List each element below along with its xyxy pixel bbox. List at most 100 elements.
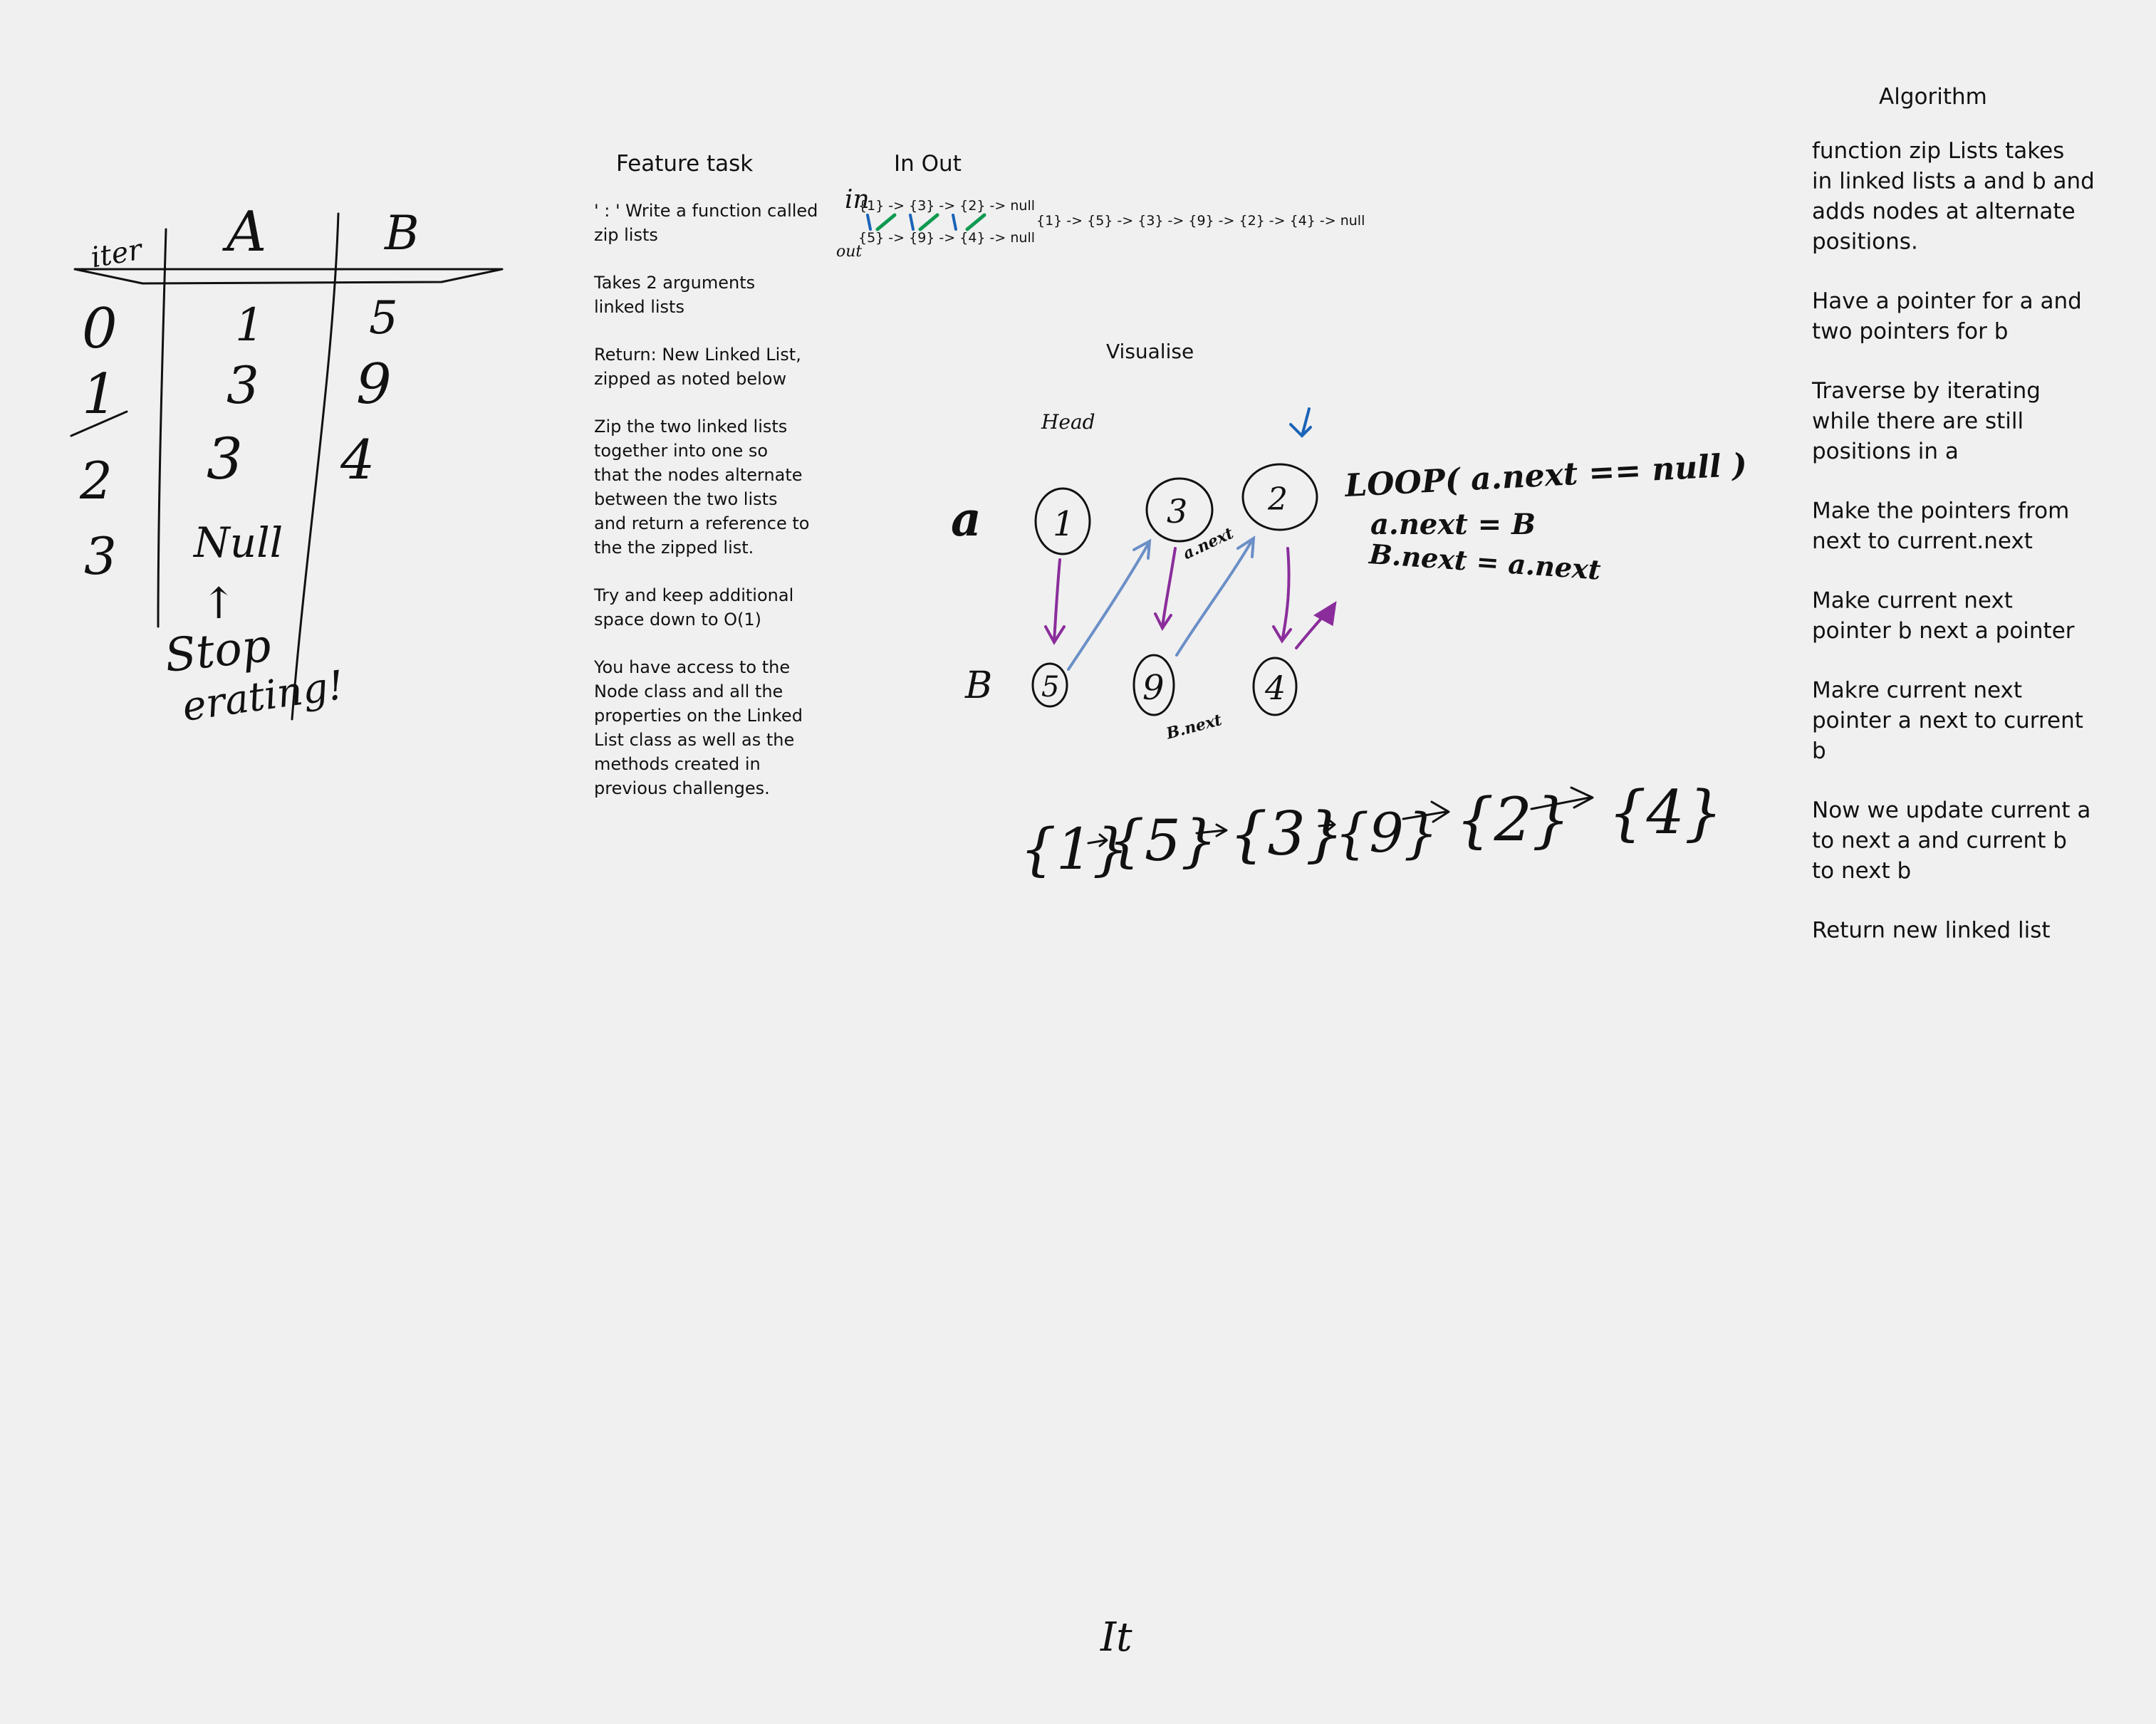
node-value: 1 <box>1053 504 1075 544</box>
row-a-value: Null <box>192 518 283 567</box>
algorithm-paragraph: Makre current next pointer a next to curr… <box>1812 678 2083 764</box>
loop-line-3: B.next = a.next <box>1368 538 1602 586</box>
algorithm-line: Return new linked list <box>1812 918 2051 944</box>
null-arrow: ↑ <box>201 579 236 629</box>
feature-paragraph: Takes 2 arguments linked lists <box>593 273 755 317</box>
algorithm-paragraph: Have a pointer for a and two pointers for… <box>1812 288 2082 345</box>
anext-label: a.next <box>1180 524 1236 563</box>
feature-line: Zip the two linked lists <box>594 417 787 437</box>
algorithm-title: Algorithm <box>1879 84 1987 110</box>
feature-paragraph: ' : ' Write a function called zip lists <box>594 201 818 245</box>
feature-line: List class as well as the <box>594 730 794 750</box>
algorithm-panel: Algorithm function zip Lists takes in lin… <box>1811 84 2095 944</box>
feature-line: between the two lists <box>594 489 778 509</box>
algorithm-line: positions in a <box>1812 439 1959 464</box>
node-b-3: 4 <box>1252 657 1298 716</box>
algorithm-line: two pointers for b <box>1812 319 2008 345</box>
node-a-2: 3 <box>1145 477 1214 543</box>
feature-line: the the zipped list. <box>594 538 754 558</box>
row-b-value: 4 <box>340 428 375 491</box>
feature-title: Feature task <box>616 151 753 177</box>
feature-line: that the nodes alternate <box>594 465 803 485</box>
algorithm-line: in linked lists a and b and <box>1812 169 2095 194</box>
row-b-label: B <box>964 664 992 707</box>
loop-line-1: LOOP( a.next == null ) <box>1343 447 1748 505</box>
node-value: 5 <box>1041 671 1059 704</box>
feature-line: You have access to the <box>593 657 790 677</box>
in-out-panel: In Out in out {1} -> {3} -> {2} -> null … <box>836 151 1365 261</box>
input-list-a: {1} -> {3} -> {2} -> null <box>858 198 1035 214</box>
algorithm-line: to next a and current b <box>1812 828 2067 854</box>
table-row: 0 1 5 <box>82 292 398 361</box>
feature-line: previous challenges. <box>594 778 770 798</box>
zipped-node: {4} <box>1608 778 1722 847</box>
output-list: {1} -> {5} -> {3} -> {9} -> {2} -> {4} -… <box>1036 213 1365 229</box>
algorithm-line: Now we update current a <box>1812 798 2090 823</box>
feature-line: linked lists <box>594 297 684 317</box>
algorithm-paragraph: function zip Lists takes in linked lists … <box>1812 138 2095 255</box>
node-value: 4 <box>1264 669 1286 707</box>
algorithm-line: pointer a next to current <box>1812 708 2083 733</box>
arrow-b1-a2 <box>1067 538 1152 671</box>
visualise-panel: Visualise Head a B 1 3 2 5 9 4 a.next B.… <box>951 340 1748 882</box>
table-row: 1 3 9 <box>70 352 392 437</box>
feature-line: Node class and all the <box>594 681 783 701</box>
arrow-a2-b2 <box>1154 547 1177 631</box>
feature-paragraph: Return: New Linked List, zipped as noted … <box>594 345 801 389</box>
algorithm-paragraph: Traverse by iterating while there are sti… <box>1811 378 2041 464</box>
algorithm-paragraph: Make current next pointer b next a pointe… <box>1812 588 2075 644</box>
input-list-b: {5} -> {9} -> {4} -> null <box>858 230 1035 246</box>
algorithm-line: adds nodes at alternate <box>1812 199 2076 224</box>
feature-line: Return: New Linked List, <box>594 345 801 365</box>
algorithm-line: function zip Lists takes <box>1812 138 2064 164</box>
table-row: 3 Null <box>84 518 283 586</box>
feature-line: zip lists <box>594 225 658 245</box>
row-iter-value: 2 <box>79 451 113 511</box>
zipped-node: {9} <box>1335 801 1438 864</box>
zipped-node: {2} <box>1456 785 1570 855</box>
feature-task-panel: Feature task ' : ' Write a function call… <box>593 151 818 798</box>
algorithm-line: Makre current next <box>1812 678 2022 704</box>
io-arrow-green <box>875 213 986 231</box>
footer-mark: It <box>1100 1614 1132 1661</box>
zipped-result: {1} {5} {3} {9} {2} {4} <box>1020 778 1722 882</box>
feature-line: properties on the Linked <box>594 706 803 726</box>
table-header-line <box>73 268 504 285</box>
zipped-node: {3} <box>1229 799 1343 869</box>
table-divider-2 <box>291 212 340 721</box>
algorithm-line: pointer b next a pointer <box>1812 618 2075 644</box>
arrow-b3-up <box>1295 601 1337 649</box>
feature-line: together into one so <box>594 441 768 461</box>
algorithm-paragraphs: function zip Lists takes in linked lists … <box>1811 138 2095 944</box>
node-a-3: 2 <box>1241 463 1318 531</box>
algorithm-line: Have a pointer for a and <box>1812 288 2082 314</box>
feature-line: zipped as noted below <box>594 369 786 389</box>
algorithm-line: Make current next <box>1812 588 2013 614</box>
feature-paragraph: Zip the two linked lists together into on… <box>594 417 809 558</box>
header-b: B <box>384 206 420 261</box>
row-a-label: a <box>951 491 981 547</box>
bnext-label: B.next <box>1164 711 1224 743</box>
row-b-value: 5 <box>369 292 398 345</box>
arrow-a3-b3 <box>1272 547 1292 644</box>
algorithm-line: Make the pointers from <box>1812 498 2069 524</box>
node-b-2: 9 <box>1132 654 1175 716</box>
algorithm-line: while there are still <box>1812 409 2024 434</box>
feature-paragraph: Try and keep additional space down to O(1… <box>593 585 793 629</box>
feature-line: ' : ' Write a function called <box>594 201 818 221</box>
in-out-title: In Out <box>894 151 962 177</box>
arrow-a1-b1 <box>1044 558 1066 645</box>
zipped-node: {5} <box>1108 808 1217 874</box>
table-row: 2 3 4 <box>79 426 375 511</box>
algorithm-paragraph: Now we update current a to next a and cur… <box>1812 798 2090 884</box>
node-value: 2 <box>1267 481 1288 518</box>
head-arrow <box>1289 407 1312 438</box>
algorithm-paragraph: Make the pointers from next to current.ne… <box>1812 498 2069 555</box>
row-iter-value: 0 <box>82 297 118 361</box>
row-a-value: 3 <box>207 426 243 492</box>
whiteboard-canvas[interactable]: iter A B 0 1 5 1 3 9 2 3 4 3 Null ↑ Stop… <box>0 0 2156 1724</box>
feature-line: and return a reference to <box>594 513 809 533</box>
node-value: 3 <box>1167 492 1187 531</box>
table-divider-1 <box>157 228 167 628</box>
iteration-table: iter A B 0 1 5 1 3 9 2 3 4 3 Null ↑ Stop… <box>70 200 504 731</box>
